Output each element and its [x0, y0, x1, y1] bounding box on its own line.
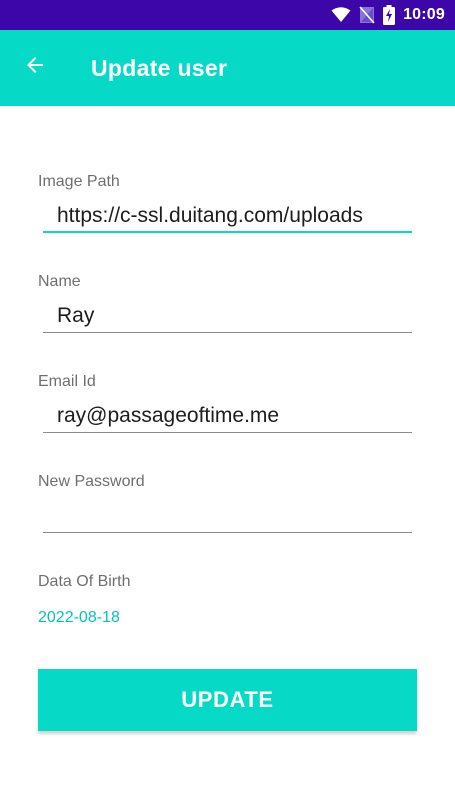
app-bar: Update user	[0, 30, 455, 106]
new-password-label: New Password	[38, 473, 145, 490]
update-button[interactable]: UPDATE	[38, 669, 417, 731]
date-of-birth-label: Data Of Birth	[38, 573, 131, 590]
image-path-label: Image Path	[38, 173, 120, 190]
status-bar: 10:09	[0, 0, 455, 30]
date-of-birth-value[interactable]: 2022-08-18	[38, 609, 120, 627]
new-password-input[interactable]	[43, 499, 412, 533]
email-input[interactable]: ray@passageoftime.me	[43, 399, 412, 433]
back-button[interactable]	[18, 50, 52, 84]
battery-charging-icon	[383, 5, 396, 25]
wifi-icon	[331, 7, 351, 23]
page-title: Update user	[91, 55, 228, 81]
no-sim-icon	[359, 6, 375, 24]
name-label: Name	[38, 273, 81, 290]
arrow-left-icon	[23, 53, 47, 82]
email-label: Email Id	[38, 373, 96, 390]
status-time: 10:09	[403, 6, 445, 23]
image-path-input[interactable]: https://c-ssl.duitang.com/uploads	[43, 199, 412, 233]
status-icons: 10:09	[331, 0, 445, 30]
name-input[interactable]: Ray	[43, 299, 412, 333]
